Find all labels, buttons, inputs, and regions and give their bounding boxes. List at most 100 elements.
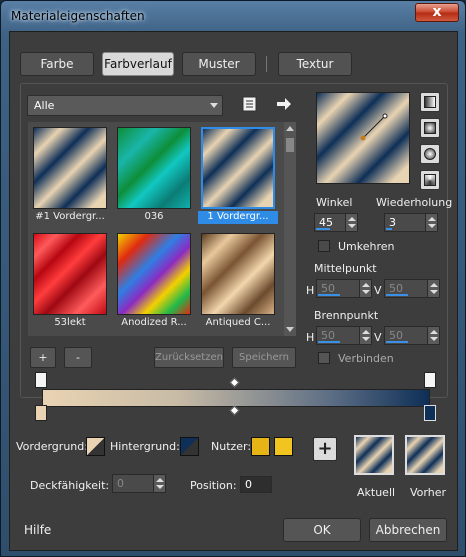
position-value: 0 [245, 478, 252, 491]
focus-v-spinner[interactable]: 50 [384, 326, 440, 345]
gradient-thumb-image [33, 233, 107, 315]
current-preview[interactable] [354, 435, 394, 475]
reset-button[interactable]: Zurücksetzen [154, 347, 224, 368]
rectangular-style-button[interactable] [420, 118, 440, 138]
link-checkbox[interactable] [318, 352, 330, 364]
gradient-grid: #1 Vordergr... 036 1 Vordergr... 53lekt … [28, 122, 284, 336]
foreground-swatch[interactable] [86, 437, 105, 456]
center-h-level-bar [318, 294, 340, 296]
spin-arrows-icon[interactable] [427, 327, 439, 344]
color-stop-start[interactable] [35, 405, 47, 421]
angle-spinner[interactable]: 45 [314, 213, 358, 232]
close-button[interactable]: x [415, 3, 459, 22]
gradient-strip[interactable] [42, 389, 430, 407]
background-swatch[interactable] [180, 437, 199, 456]
gradient-thumb-image [201, 233, 275, 315]
gradient-thumb-selected[interactable]: 1 Vordergr... [198, 124, 278, 224]
spin-arrows-icon[interactable] [153, 475, 165, 492]
scroll-down-icon[interactable] [286, 327, 294, 332]
focus-h-level-bar [318, 341, 340, 343]
repeat-label: Wiederholung [376, 196, 453, 209]
center-v-spinner[interactable]: 50 [384, 279, 440, 298]
gradient-thumb[interactable]: 53lekt [30, 230, 110, 330]
center-label: Mittelpunkt [314, 262, 377, 275]
spin-arrows-icon[interactable] [345, 214, 357, 231]
center-h-spinner[interactable]: 50 [316, 279, 372, 298]
foreground-label: Vordergrund: [16, 440, 88, 453]
remove-gradient-button[interactable]: - [64, 347, 92, 368]
ok-button[interactable]: OK [283, 518, 361, 542]
add-swatch-button[interactable]: + [313, 437, 337, 461]
title-bar[interactable]: Materialeigenschaften x [1, 1, 465, 31]
rectangular-style-icon [424, 122, 436, 134]
position-field[interactable]: 0 [240, 476, 272, 493]
position-label: Position: [190, 479, 237, 492]
previous-label: Vorher [410, 486, 446, 499]
category-dropdown[interactable]: Alle [27, 95, 223, 116]
gradient-thumb-label: Antiqued C... [205, 317, 271, 328]
gradient-thumb-image [117, 127, 191, 209]
user-color-swatch-2[interactable] [274, 437, 293, 456]
scroll-up-icon[interactable] [286, 126, 294, 131]
user-label: Nutzer: [211, 440, 252, 453]
help-link[interactable]: Hilfe [24, 523, 51, 537]
link-label: Verbinden [338, 352, 394, 365]
center-v-label: V [374, 284, 382, 297]
opacity-label: Deckfähigkeit: [30, 479, 110, 492]
opacity-spinner[interactable]: 0 [112, 474, 166, 493]
add-gradient-button[interactable]: + [30, 347, 56, 368]
gradient-thumb-image [33, 127, 107, 209]
repeat-level-bar [386, 228, 392, 230]
center-h-label: H [306, 284, 315, 297]
tab-textur[interactable]: Textur [278, 52, 352, 76]
spin-arrows-icon[interactable] [427, 280, 439, 297]
tab-farbe[interactable]: Farbe [20, 52, 94, 76]
focus-h-spinner[interactable]: 50 [316, 326, 372, 345]
gradient-thumb[interactable]: 036 [114, 124, 194, 224]
previous-preview[interactable] [405, 435, 445, 475]
grid-scrollbar[interactable] [284, 122, 296, 336]
opacity-stop-start[interactable] [35, 372, 47, 388]
linear-style-icon [424, 96, 436, 108]
library-icon[interactable] [240, 94, 260, 114]
gradient-thumb-label: #1 Vordergr... [35, 211, 105, 222]
focus-h-label: H [306, 331, 315, 344]
opacity-stop-end[interactable] [424, 372, 436, 388]
gradient-thumb[interactable]: Antiqued C... [198, 230, 278, 330]
user-color-swatch-1[interactable] [251, 437, 270, 456]
color-stop-end[interactable] [424, 405, 436, 421]
spin-arrows-icon[interactable] [359, 280, 371, 297]
tab-separator [266, 56, 267, 72]
focus-v-level-bar [386, 341, 408, 343]
gradient-thumb[interactable]: Anodized R... [114, 230, 194, 330]
background-label: Hintergrund: [110, 440, 180, 453]
linear-style-button[interactable] [420, 92, 440, 112]
gradient-thumb-label: Anodized R... [121, 317, 187, 328]
angle-label: Winkel [316, 196, 353, 209]
chevron-down-icon [210, 103, 218, 108]
save-gradient-button[interactable]: Speichern [232, 347, 296, 368]
spin-arrows-icon[interactable] [359, 327, 371, 344]
tab-muster[interactable]: Muster [182, 52, 256, 76]
tab-farbverlauf[interactable]: Farbverlauf [102, 52, 174, 76]
invert-checkbox[interactable] [318, 240, 330, 252]
angle-level-bar [316, 228, 330, 230]
gradient-thumb-image [201, 127, 275, 209]
repeat-spinner[interactable]: 3 [384, 213, 438, 232]
radial-style-button[interactable] [420, 170, 440, 190]
category-dropdown-value: Alle [34, 99, 55, 112]
gradient-preview[interactable] [316, 92, 410, 184]
gradient-thumb-label: 53lekt [54, 317, 86, 328]
gradient-thumb-label: 1 Vordergr... [198, 211, 278, 224]
cancel-button[interactable]: Abbrechen [369, 518, 447, 542]
sunburst-style-button[interactable] [420, 144, 440, 164]
spin-arrows-icon[interactable] [425, 214, 437, 231]
arrow-right-icon[interactable] [274, 94, 294, 114]
scrollbar-thumb[interactable] [286, 138, 294, 152]
sunburst-style-icon [424, 148, 436, 160]
window-title: Materialeigenschaften [11, 9, 145, 23]
gradient-thumb-image [117, 233, 191, 315]
radial-style-icon [424, 174, 436, 186]
center-v-level-bar [386, 294, 408, 296]
gradient-thumb[interactable]: #1 Vordergr... [30, 124, 110, 224]
